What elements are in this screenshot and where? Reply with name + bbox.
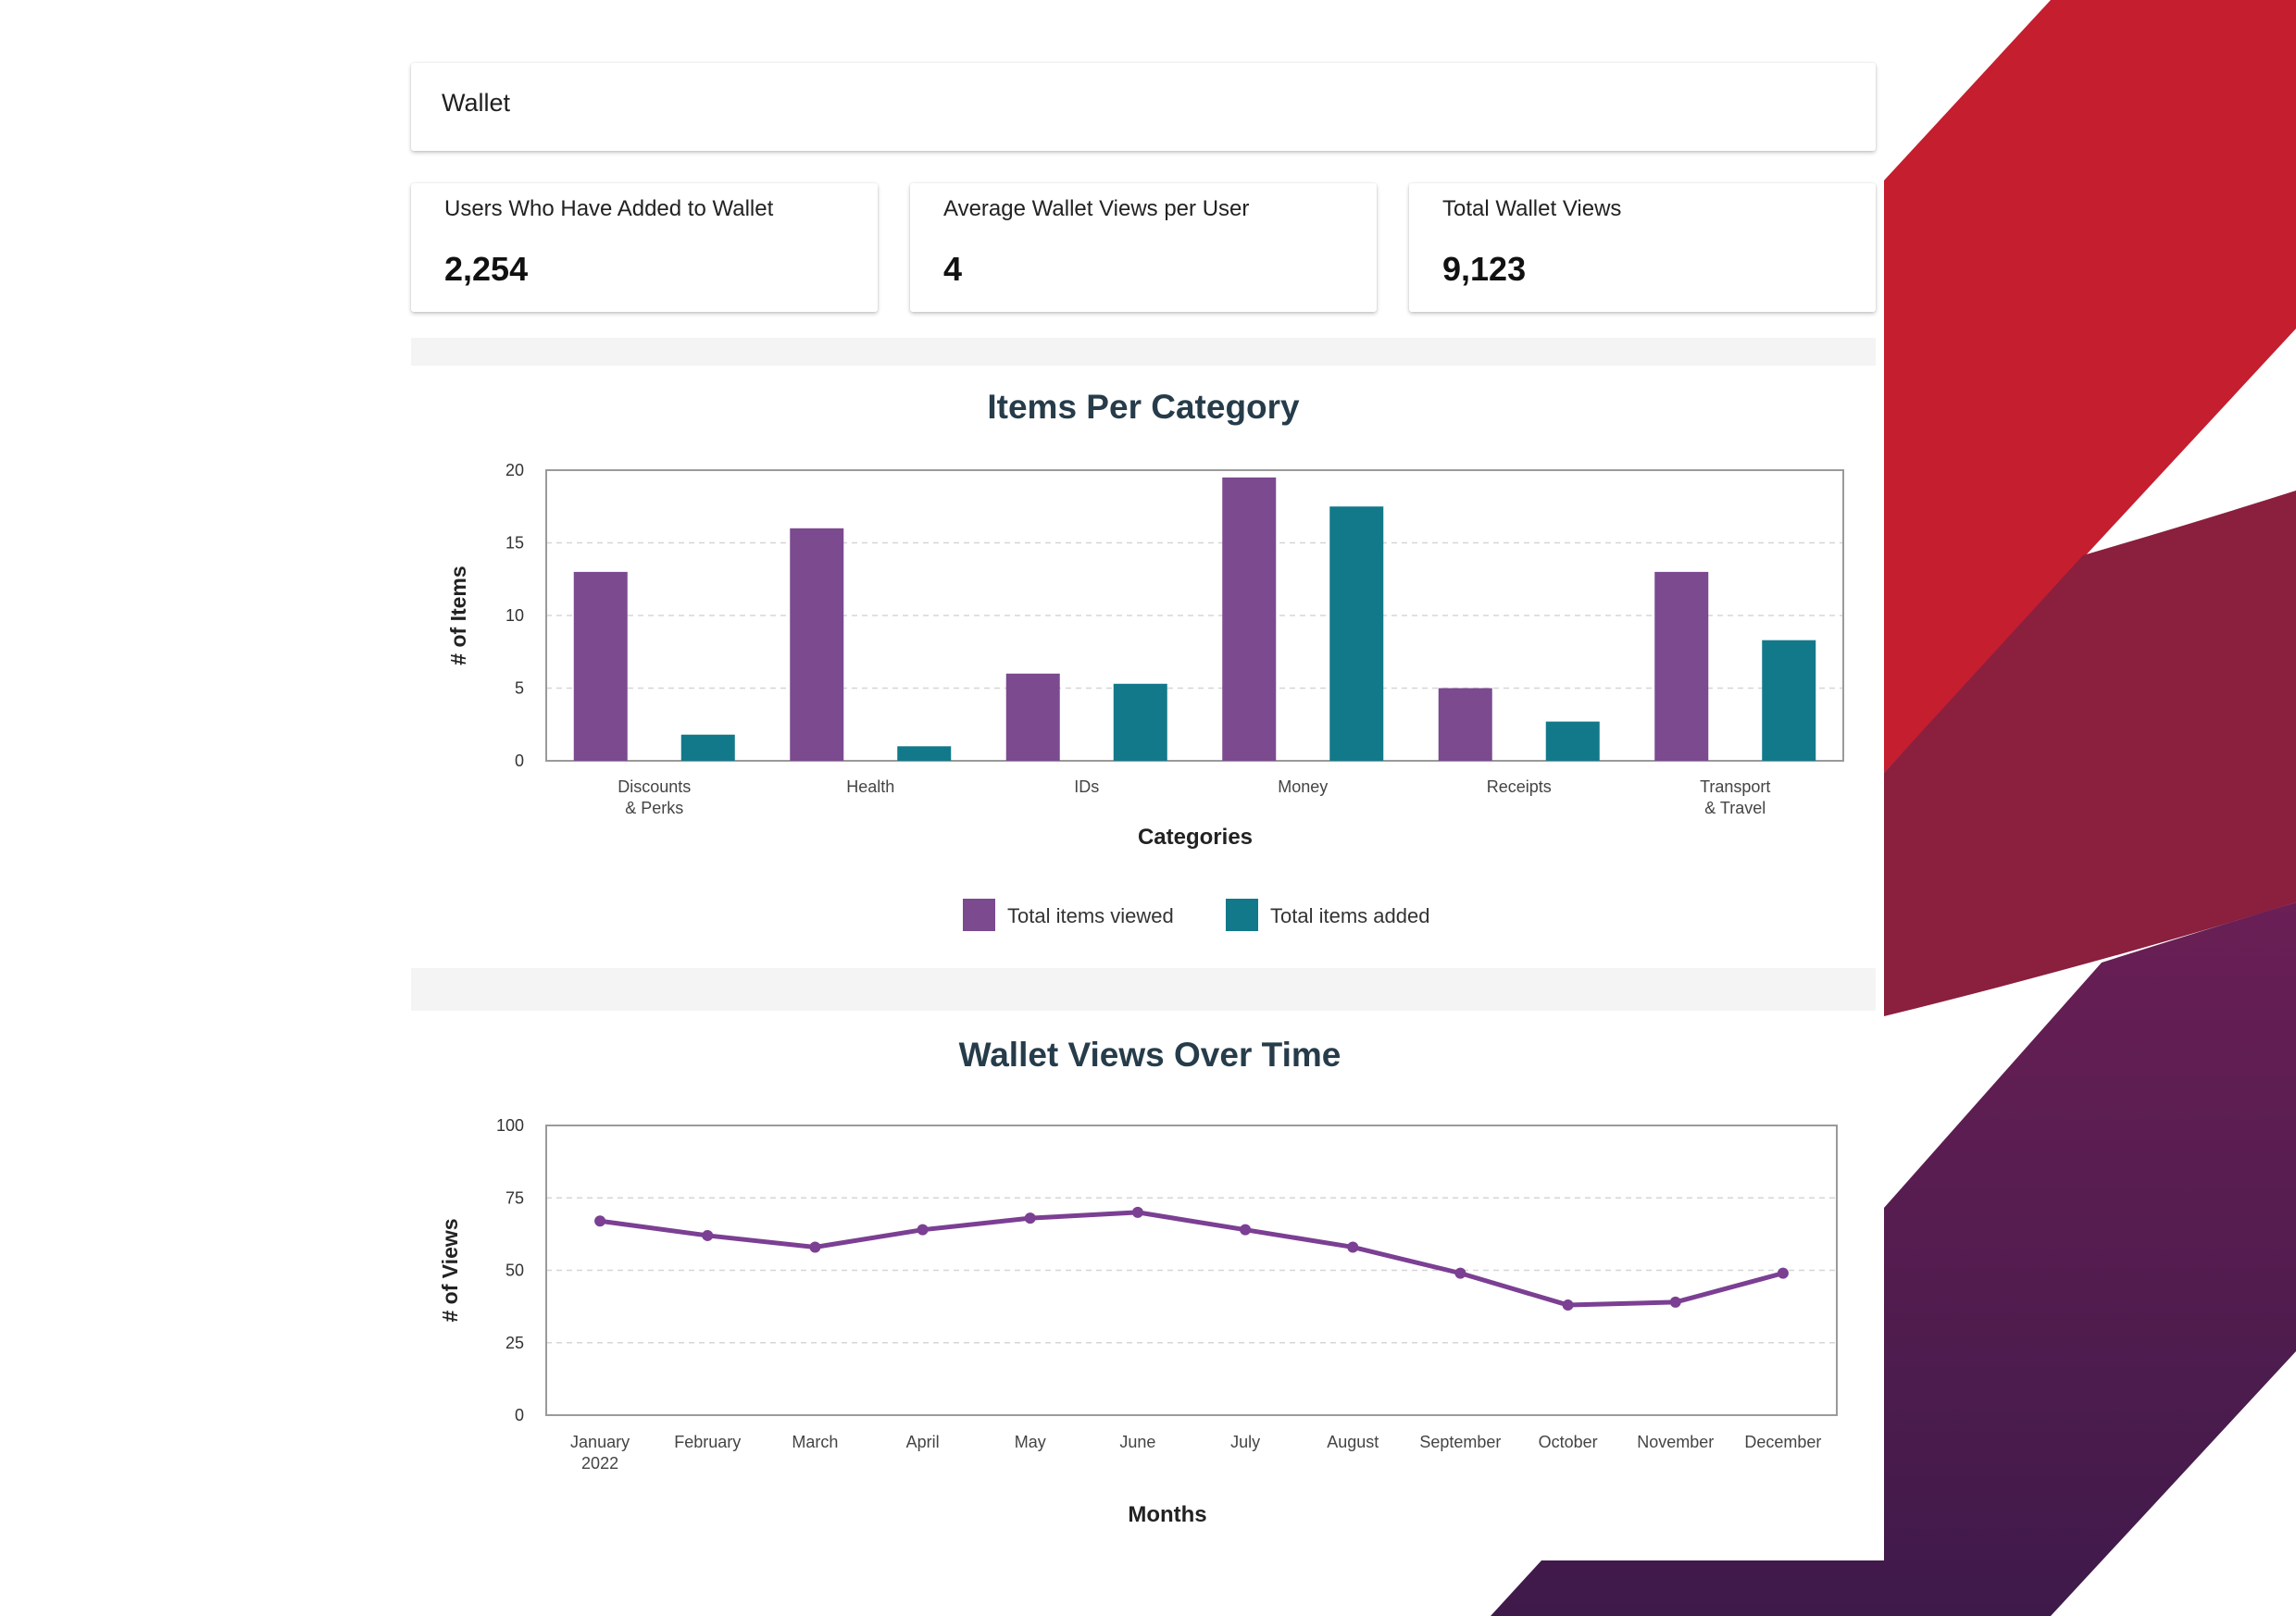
y-tick-label: 15 <box>505 534 524 553</box>
stat-card-total-views: Total Wallet Views 9,123 <box>1409 183 1876 312</box>
y-tick-label: 50 <box>505 1262 524 1280</box>
data-point <box>1669 1296 1681 1308</box>
x-tick-label: November <box>1637 1433 1714 1451</box>
x-tick-label: August <box>1327 1433 1379 1451</box>
bar-viewed <box>1654 571 1709 761</box>
bar-added <box>1545 721 1600 761</box>
legend-swatch <box>1226 899 1258 931</box>
stat-label: Average Wallet Views per User <box>943 196 1250 221</box>
wallet-views-panel: Wallet Views Over Time 0 25 50 75 100 January 2… <box>411 1011 1876 1560</box>
y-tick-label: 100 <box>496 1116 524 1135</box>
data-point <box>1240 1224 1252 1236</box>
x-tick-label: March <box>792 1433 838 1451</box>
data-point <box>917 1224 929 1236</box>
x-tick-label: February <box>674 1433 741 1451</box>
x-tick-label: October <box>1539 1433 1598 1451</box>
wallet-views-chart: Wallet Views Over Time 0 25 50 75 100 January 2… <box>438 1036 1838 1527</box>
x-tick-label: Receipts <box>1487 777 1552 796</box>
x-tick-label: Transport & Travel <box>1700 777 1770 817</box>
x-tick-label: Health <box>846 777 894 796</box>
x-axis-label: Categories <box>1138 825 1253 850</box>
x-tick-label: July <box>1230 1433 1260 1451</box>
stat-card-users-added: Users Who Have Added to Wallet 2,254 <box>411 183 878 312</box>
x-tick-label: April <box>906 1433 940 1451</box>
chart-title: Wallet Views Over Time <box>959 1036 1341 1074</box>
data-point <box>1131 1206 1143 1218</box>
x-tick-label: June <box>1119 1433 1155 1451</box>
page-title: Wallet <box>442 89 511 117</box>
y-tick-label: 20 <box>505 461 524 479</box>
chart-title: Items Per Category <box>987 388 1300 426</box>
data-point <box>1024 1212 1036 1224</box>
y-axis-label: # of Views <box>438 1218 462 1322</box>
bar-viewed <box>1222 477 1277 761</box>
data-point <box>702 1229 714 1241</box>
data-point <box>594 1215 606 1227</box>
page-header-card: Wallet <box>411 63 1876 151</box>
x-tick-label: September <box>1419 1433 1501 1451</box>
bar-added <box>1113 683 1167 761</box>
bar-added <box>680 734 735 761</box>
bar-viewed <box>1005 673 1060 761</box>
x-tick-label: January 2022 <box>570 1433 630 1473</box>
x-tick-label: May <box>1015 1433 1046 1451</box>
panel-separator <box>411 968 1876 1011</box>
bar-added <box>1329 506 1384 761</box>
y-axis-label: # of Items <box>446 566 470 665</box>
x-tick-label: Money <box>1278 777 1328 796</box>
items-per-category-panel: Items Per Category 0 5 10 15 20 Discounts & Per… <box>411 366 1876 968</box>
x-tick-label: IDs <box>1074 777 1099 796</box>
stat-card-avg-views: Average Wallet Views per User 4 <box>910 183 1377 312</box>
x-axis-label: Months <box>1128 1502 1206 1527</box>
bar-viewed <box>790 528 844 761</box>
stat-label: Total Wallet Views <box>1442 196 1622 221</box>
bar-viewed <box>573 571 628 761</box>
stat-value: 9,123 <box>1442 250 1527 288</box>
series-line <box>597 1210 1786 1308</box>
y-tick-label: 5 <box>515 679 524 698</box>
data-point <box>809 1241 821 1253</box>
y-tick-label: 0 <box>515 752 524 770</box>
data-point <box>1777 1267 1789 1279</box>
stat-label: Users Who Have Added to Wallet <box>444 196 774 221</box>
items-per-category-chart: Items Per Category 0 5 10 15 20 Discounts & Per… <box>446 388 1844 931</box>
data-point <box>1562 1299 1574 1311</box>
y-tick-label: 10 <box>505 606 524 625</box>
bar-added <box>1762 640 1816 761</box>
bar-viewed <box>1438 688 1492 761</box>
y-tick-label: 75 <box>505 1188 524 1207</box>
y-tick-label: 25 <box>505 1334 524 1352</box>
bar-added <box>897 746 952 761</box>
x-tick-label: December <box>1744 1433 1821 1451</box>
panel-separator <box>411 338 1876 366</box>
stat-value: 4 <box>943 250 963 288</box>
x-tick-label: Discounts & Perks <box>618 777 691 817</box>
legend-label: Total items added <box>1270 904 1429 927</box>
data-point <box>1347 1241 1359 1253</box>
legend-swatch <box>963 899 995 931</box>
y-tick-label: 0 <box>515 1406 524 1424</box>
legend-label: Total items viewed <box>1007 904 1174 927</box>
stat-value: 2,254 <box>444 250 529 288</box>
data-point <box>1454 1267 1466 1279</box>
